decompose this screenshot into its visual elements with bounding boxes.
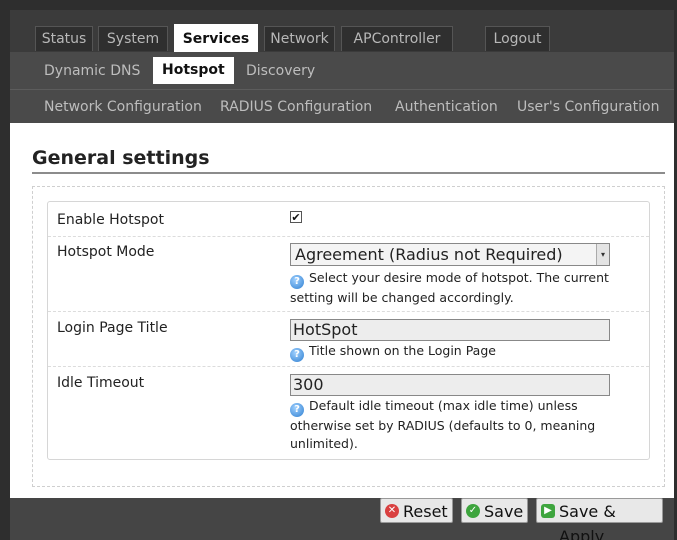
nav-users-configuration[interactable]: User's Configuration (517, 96, 659, 118)
tab-apcontroller[interactable]: APController (341, 26, 453, 51)
action-bar: ✕ Reset ✓ Save ▶ Save & Apply (10, 498, 674, 540)
reset-label: Reset (403, 502, 448, 521)
save-apply-button[interactable]: ▶ Save & Apply (536, 498, 663, 540)
login-page-title-hint: ? Title shown on the Login Page (290, 342, 630, 362)
app-frame: Status System Services Network APControl… (10, 10, 674, 540)
hotspot-mode-hint-text: Select your desire mode of hotspot. The … (290, 270, 609, 305)
tab-logout[interactable]: Logout (485, 26, 550, 51)
top-nav: Status System Services Network APControl… (10, 10, 674, 52)
idle-timeout-input[interactable]: 300 (290, 374, 610, 396)
reset-button[interactable]: ✕ Reset (380, 498, 453, 523)
login-page-title-input[interactable]: HotSpot (290, 319, 610, 341)
subtab-hotspot[interactable]: Hotspot (153, 57, 234, 84)
help-icon: ? (290, 348, 304, 362)
login-page-title-hint-text: Title shown on the Login Page (309, 343, 496, 358)
tab-services[interactable]: Services (174, 24, 258, 52)
reset-icon: ✕ (385, 504, 399, 518)
nav-radius-configuration[interactable]: RADIUS Configuration (220, 96, 372, 118)
save-label: Save (484, 502, 524, 521)
login-page-title-label: Login Page Title (57, 320, 168, 336)
sub-nav: Dynamic DNS Hotspot Discovery (10, 52, 674, 89)
row-divider (48, 366, 649, 368)
row-divider (48, 311, 649, 313)
hotspot-mode-label: Hotspot Mode (57, 244, 155, 260)
idle-timeout-hint: ? Default idle timeout (max idle time) un… (290, 397, 625, 453)
row-divider (48, 236, 649, 238)
idle-timeout-label: Idle Timeout (57, 375, 145, 391)
nav-authentication[interactable]: Authentication (395, 96, 498, 118)
help-icon: ? (290, 403, 304, 417)
content-panel: General settings Enable Hotspot ✔ Hotspo… (10, 123, 674, 498)
subtab-discovery[interactable]: Discovery (246, 59, 315, 83)
save-button[interactable]: ✓ Save (461, 498, 528, 523)
hotspot-mode-value: Agreement (Radius not Required) (295, 245, 563, 264)
checkmark-icon: ✔ (291, 211, 301, 224)
title-divider (32, 172, 665, 174)
enable-hotspot-checkbox[interactable]: ✔ (290, 211, 302, 223)
idle-timeout-hint-text: Default idle timeout (max idle time) unl… (290, 398, 596, 451)
save-apply-label: Save & Apply (559, 502, 616, 540)
nav-network-configuration[interactable]: Network Configuration (44, 96, 202, 118)
tab-network[interactable]: Network (264, 26, 335, 51)
tab-system[interactable]: System (98, 26, 168, 51)
help-icon: ? (290, 275, 304, 289)
hotspot-mode-select[interactable]: Agreement (Radius not Required) ▾ (290, 243, 610, 266)
enable-hotspot-label: Enable Hotspot (57, 212, 164, 228)
dropdown-arrow-icon: ▾ (596, 244, 609, 265)
settings-table: Enable Hotspot ✔ Hotspot Mode Agreement … (47, 201, 650, 460)
subtab-dynamic-dns[interactable]: Dynamic DNS (44, 59, 140, 83)
page-title: General settings (32, 147, 210, 169)
hotspot-mode-hint: ? Select your desire mode of hotspot. The… (290, 269, 630, 307)
tab-status[interactable]: Status (35, 26, 93, 51)
apply-icon: ▶ (541, 504, 555, 518)
section-nav: Network Configuration RADIUS Configurati… (10, 89, 674, 123)
save-icon: ✓ (466, 504, 480, 518)
